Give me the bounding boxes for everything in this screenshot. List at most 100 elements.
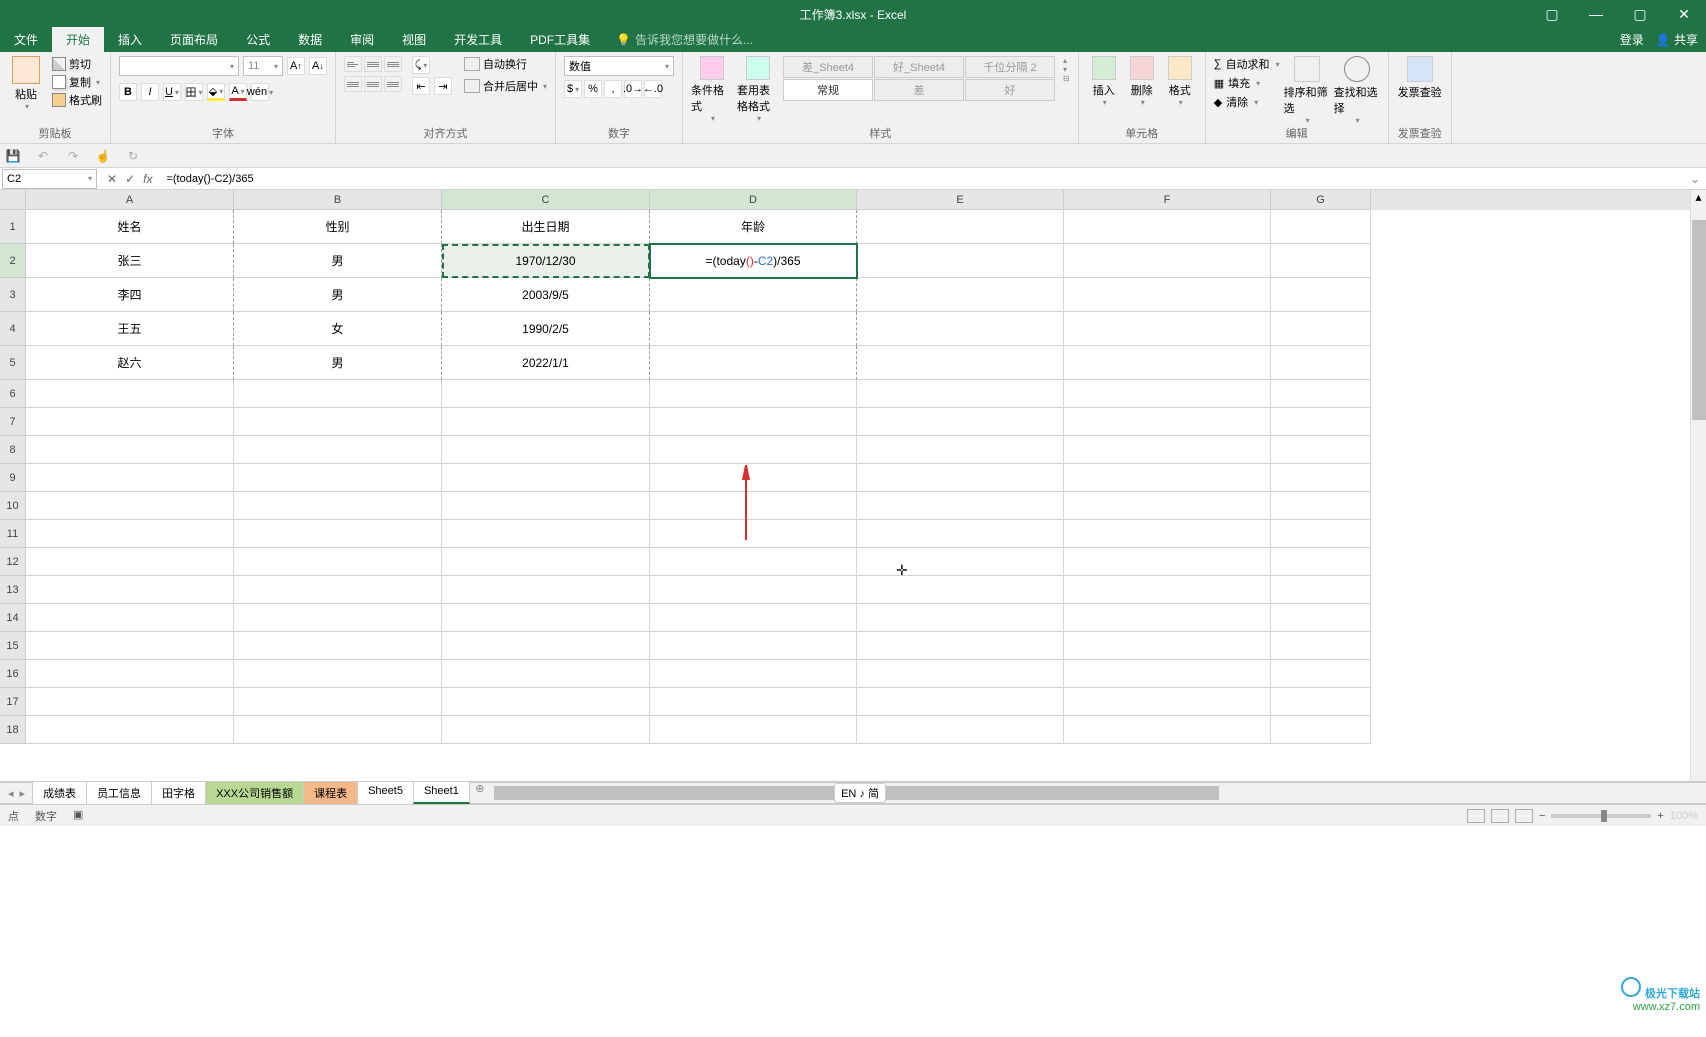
paste-button[interactable]: 粘贴 ▾ xyxy=(8,56,44,111)
cell[interactable] xyxy=(650,604,857,632)
cell[interactable] xyxy=(26,576,234,604)
cell[interactable] xyxy=(857,604,1064,632)
cell[interactable] xyxy=(234,464,442,492)
row-header[interactable]: 18 xyxy=(0,716,26,744)
cell[interactable] xyxy=(442,380,650,408)
row-header[interactable]: 12 xyxy=(0,548,26,576)
cell[interactable] xyxy=(1064,244,1271,278)
cell[interactable] xyxy=(650,688,857,716)
col-header[interactable]: D xyxy=(650,190,857,210)
cell[interactable]: 性别 xyxy=(234,210,442,244)
cell[interactable] xyxy=(26,548,234,576)
row-header[interactable]: 8 xyxy=(0,436,26,464)
cell[interactable] xyxy=(1064,604,1271,632)
cell[interactable] xyxy=(442,464,650,492)
fx-button[interactable]: fx xyxy=(143,172,152,186)
cell[interactable] xyxy=(26,492,234,520)
cell[interactable] xyxy=(1271,464,1371,492)
decrease-indent-button[interactable]: ⇤ xyxy=(412,77,430,95)
cell[interactable] xyxy=(442,436,650,464)
cell[interactable] xyxy=(234,436,442,464)
row-header[interactable]: 2 xyxy=(0,244,26,278)
cell[interactable] xyxy=(234,716,442,744)
cell[interactable]: 姓名 xyxy=(26,210,234,244)
new-sheet-button[interactable]: ⊕ xyxy=(470,782,490,804)
cell[interactable] xyxy=(857,548,1064,576)
cell[interactable] xyxy=(857,210,1064,244)
expand-formula-bar[interactable]: ⌄ xyxy=(1684,172,1706,186)
cell[interactable] xyxy=(857,244,1064,278)
ime-indicator[interactable]: EN ♪ 简 xyxy=(834,783,886,803)
find-select-button[interactable]: 查找和选择▾ xyxy=(1334,56,1380,125)
cell[interactable] xyxy=(442,520,650,548)
cell[interactable] xyxy=(857,380,1064,408)
tab-devtools[interactable]: 开发工具 xyxy=(440,27,516,52)
cell[interactable] xyxy=(1271,660,1371,688)
cell[interactable] xyxy=(26,632,234,660)
sheet-tab[interactable]: XXX公司销售额 xyxy=(205,782,304,804)
cell[interactable] xyxy=(1271,716,1371,744)
zoom-slider[interactable] xyxy=(1551,814,1651,818)
cell[interactable] xyxy=(1064,576,1271,604)
cell[interactable] xyxy=(26,604,234,632)
delete-cells-button[interactable]: 删除▾ xyxy=(1125,56,1159,107)
row-header[interactable]: 5 xyxy=(0,346,26,380)
zoom-in-button[interactable]: + xyxy=(1657,810,1663,822)
close-icon[interactable]: ✕ xyxy=(1662,0,1706,28)
cell[interactable] xyxy=(1271,604,1371,632)
cell[interactable]: =(today()-C2)/365 xyxy=(650,244,857,278)
cell[interactable] xyxy=(234,492,442,520)
cell[interactable] xyxy=(1064,312,1271,346)
tab-view[interactable]: 视图 xyxy=(388,27,440,52)
cell[interactable] xyxy=(234,520,442,548)
cell[interactable] xyxy=(650,380,857,408)
cell[interactable] xyxy=(1064,380,1271,408)
cell[interactable] xyxy=(1064,660,1271,688)
cell[interactable] xyxy=(442,408,650,436)
page-break-view-button[interactable] xyxy=(1515,809,1533,823)
col-header[interactable]: G xyxy=(1271,190,1371,210)
merge-center-button[interactable]: 合并后居中▾ xyxy=(464,78,547,94)
border-button[interactable]: 田▾ xyxy=(185,83,203,101)
touch-mode-button[interactable]: ☝ xyxy=(94,147,112,165)
horizontal-align[interactable] xyxy=(344,76,402,92)
cell[interactable] xyxy=(1271,576,1371,604)
accounting-button[interactable]: $▾ xyxy=(564,80,582,98)
cell[interactable] xyxy=(857,492,1064,520)
cell[interactable] xyxy=(857,436,1064,464)
cell[interactable] xyxy=(1064,464,1271,492)
insert-cells-button[interactable]: 插入▾ xyxy=(1087,56,1121,107)
cell[interactable]: 李四 xyxy=(26,278,234,312)
normal-view-button[interactable] xyxy=(1467,809,1485,823)
font-name-select[interactable]: ▾ xyxy=(119,56,239,76)
row-header[interactable]: 16 xyxy=(0,660,26,688)
cell[interactable] xyxy=(26,520,234,548)
cell[interactable] xyxy=(1064,210,1271,244)
cell[interactable] xyxy=(442,632,650,660)
cell[interactable] xyxy=(857,660,1064,688)
redo-button[interactable]: ↷ xyxy=(64,147,82,165)
maximize-icon[interactable]: ▢ xyxy=(1618,0,1662,28)
vertical-scrollbar[interactable]: ▴ xyxy=(1690,190,1706,781)
cell[interactable] xyxy=(650,632,857,660)
cut-button[interactable]: 剪切 xyxy=(52,56,102,72)
col-header[interactable]: F xyxy=(1064,190,1271,210)
increase-font-button[interactable]: A↑ xyxy=(287,57,305,75)
undo-button[interactable]: ↶ xyxy=(34,147,52,165)
cell[interactable] xyxy=(234,632,442,660)
format-painter-button[interactable]: 格式刷 xyxy=(52,92,102,108)
cell[interactable] xyxy=(650,278,857,312)
cell[interactable] xyxy=(442,716,650,744)
cell[interactable]: 2022/1/1 xyxy=(442,346,650,380)
cell[interactable] xyxy=(650,312,857,346)
row-header[interactable]: 4 xyxy=(0,312,26,346)
macro-record-icon[interactable]: ▣ xyxy=(73,808,83,824)
format-cells-button[interactable]: 格式▾ xyxy=(1163,56,1197,107)
sheet-nav-last[interactable]: ▸ xyxy=(20,787,26,800)
vertical-align[interactable] xyxy=(344,56,402,72)
cell[interactable] xyxy=(857,688,1064,716)
cell[interactable] xyxy=(442,688,650,716)
cell[interactable]: 1990/2/5 xyxy=(442,312,650,346)
cell[interactable] xyxy=(1271,346,1371,380)
col-header[interactable]: B xyxy=(234,190,442,210)
